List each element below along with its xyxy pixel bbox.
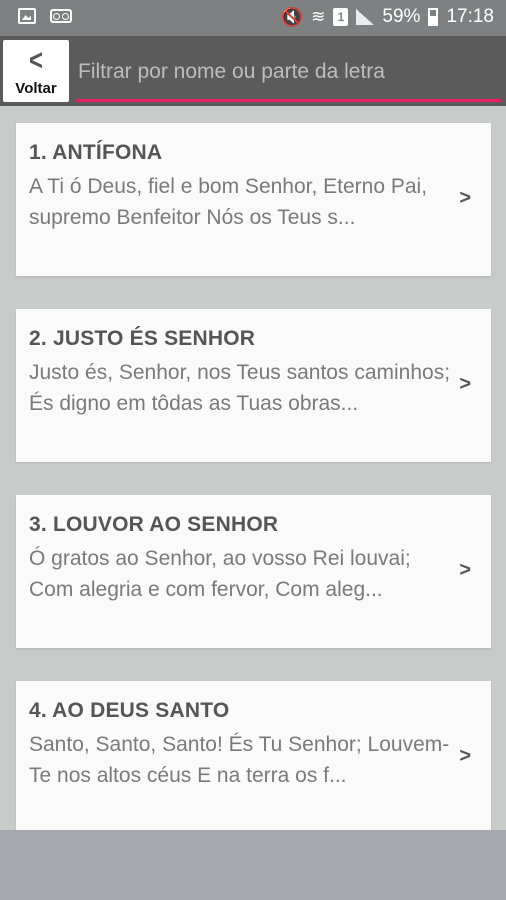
voicemail-icon <box>50 9 72 23</box>
back-button[interactable]: < Voltar <box>3 40 69 102</box>
list-item[interactable]: 1. ANTÍFONA A Ti ó Deus, fiel e bom Senh… <box>16 123 491 276</box>
bottom-bar <box>0 830 506 900</box>
hymn-list: 1. ANTÍFONA A Ti ó Deus, fiel e bom Senh… <box>16 123 491 867</box>
item-title: 3. LOUVOR AO SENHOR <box>29 513 279 536</box>
chevron-right-icon: > <box>459 373 471 395</box>
gallery-icon <box>18 8 36 24</box>
status-right-icons: 🔇 ≋ 1 59% 17:18 <box>281 6 494 28</box>
wifi-icon: ≋ <box>311 7 326 26</box>
sim-icon: 1 <box>333 8 349 26</box>
signal-icon <box>356 9 375 25</box>
app-header: < Voltar <box>0 36 506 106</box>
list-item[interactable]: 2. JUSTO ÉS SENHOR Justo és, Senhor, nos… <box>16 309 491 462</box>
chevron-right-icon: > <box>459 559 471 581</box>
back-button-label: Voltar <box>15 80 57 97</box>
chevron-right-icon: > <box>459 187 471 209</box>
search-field-container <box>76 46 501 104</box>
status-left-icons <box>18 8 72 24</box>
chevron-left-icon: < <box>28 44 44 77</box>
item-preview: Santo, Santo, Santo! És Tu Senhor; Louve… <box>29 733 450 787</box>
clock: 17:18 <box>446 6 494 27</box>
status-bar: 🔇 ≋ 1 59% 17:18 <box>0 0 506 36</box>
list-item[interactable]: 4. AO DEUS SANTO Santo, Santo, Santo! És… <box>16 681 491 834</box>
item-preview: Ó gratos ao Senhor, ao vosso Rei louvai;… <box>29 547 411 601</box>
battery-icon <box>428 8 439 26</box>
item-title: 4. AO DEUS SANTO <box>29 699 230 722</box>
item-title: 2. JUSTO ÉS SENHOR <box>29 327 256 350</box>
search-input[interactable] <box>76 46 501 98</box>
item-title: 1. ANTÍFONA <box>29 141 163 164</box>
search-underline <box>76 99 501 102</box>
mute-icon: 🔇 <box>280 6 304 27</box>
battery-percentage: 59% <box>382 6 421 27</box>
item-preview: A Ti ó Deus, fiel e bom Senhor, Eterno P… <box>29 175 428 229</box>
list-item[interactable]: 3. LOUVOR AO SENHOR Ó gratos ao Senhor, … <box>16 495 491 648</box>
chevron-right-icon: > <box>459 745 471 767</box>
item-preview: Justo és, Senhor, nos Teus santos caminh… <box>29 361 451 415</box>
